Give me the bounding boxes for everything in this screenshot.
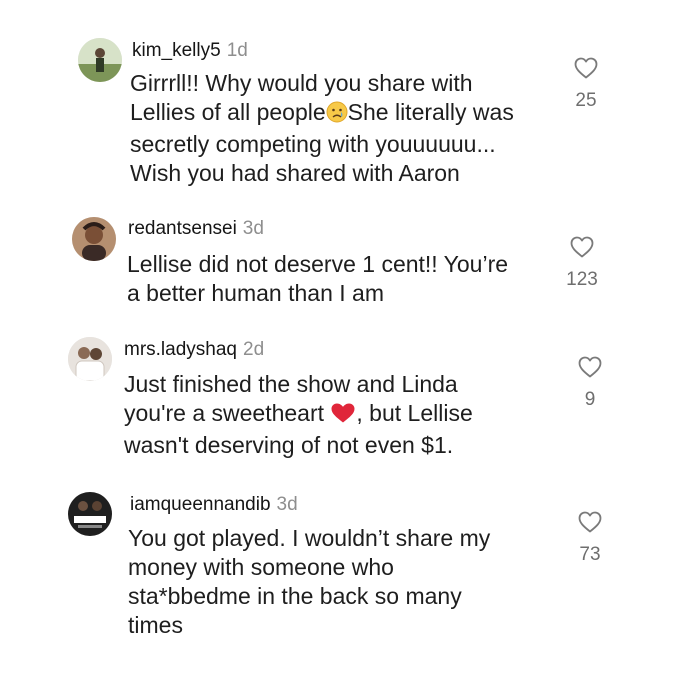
like-control: 73 xyxy=(560,510,620,566)
avatar-image xyxy=(68,337,112,381)
avatar[interactable] xyxy=(68,492,112,536)
comment-header: kim_kelly5 1d xyxy=(132,40,248,62)
crying-face-icon xyxy=(326,101,348,130)
timestamp: 2d xyxy=(243,339,265,360)
like-count: 25 xyxy=(575,90,597,111)
heart-outline-icon[interactable] xyxy=(577,510,603,534)
comment-text: You got played. I wouldn’t share my mone… xyxy=(128,525,491,638)
avatar[interactable] xyxy=(72,217,116,261)
like-count: 73 xyxy=(579,544,601,565)
username[interactable]: redantsensei xyxy=(128,218,237,239)
like-control: 25 xyxy=(556,56,616,112)
avatar-image xyxy=(72,217,116,261)
avatar[interactable] xyxy=(78,38,122,82)
comment-header: redantsensei 3d xyxy=(128,218,264,240)
avatar-image xyxy=(68,492,112,536)
heart-outline-icon[interactable] xyxy=(573,56,599,80)
username[interactable]: kim_kelly5 xyxy=(132,40,221,61)
heart-outline-icon[interactable] xyxy=(569,235,595,259)
avatar[interactable] xyxy=(68,337,112,381)
comment-text: Just finished the show and Linda you're … xyxy=(124,370,564,460)
heart-outline-icon[interactable] xyxy=(577,355,603,379)
comment-header: mrs.ladyshaq 2d xyxy=(124,339,264,361)
like-control: 9 xyxy=(560,355,620,411)
username[interactable]: iamqueennandib xyxy=(130,494,271,515)
comment-header: iamqueennandib 3d xyxy=(130,494,298,516)
timestamp: 1d xyxy=(226,40,248,61)
like-count: 9 xyxy=(584,389,596,410)
like-count: 123 xyxy=(566,269,598,290)
comment-text: Lellise did not deserve 1 cent!! You’re … xyxy=(127,251,509,306)
timestamp: 3d xyxy=(276,494,298,515)
comment-text: Girrrll!! Why would you share with Lelli… xyxy=(130,69,570,188)
like-control: 123 xyxy=(552,235,612,291)
username[interactable]: mrs.ladyshaq xyxy=(124,339,237,360)
timestamp: 3d xyxy=(242,218,264,239)
avatar-image xyxy=(78,38,122,82)
red-heart-icon xyxy=(330,402,356,431)
